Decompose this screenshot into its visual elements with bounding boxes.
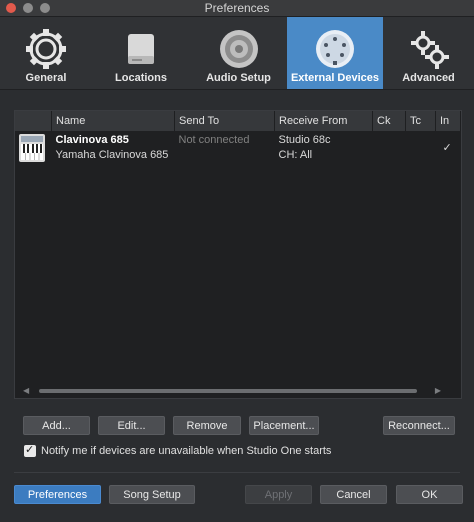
- tc-cell[interactable]: [406, 131, 436, 175]
- add-device-button[interactable]: Add...: [23, 416, 90, 435]
- devices-panel: Name Send To Receive From Ck Tc In Clavi…: [14, 110, 462, 399]
- ok-button[interactable]: OK: [396, 485, 463, 504]
- preferences-toolbar: General Locations Audio Setup External D…: [0, 17, 474, 90]
- device-name: Clavinova 685: [55, 134, 129, 146]
- scroll-left-icon[interactable]: ◀: [23, 386, 29, 395]
- column-header-tc[interactable]: Tc: [405, 111, 436, 131]
- notify-checkbox[interactable]: ✓: [24, 444, 36, 457]
- remove-device-button[interactable]: Remove: [173, 416, 241, 435]
- column-header-receive-from[interactable]: Receive From: [274, 111, 373, 131]
- column-header-ck[interactable]: Ck: [372, 111, 406, 131]
- apply-button[interactable]: Apply: [245, 485, 312, 504]
- device-model: Yamaha Clavinova 685: [55, 149, 169, 161]
- scrollbar-thumb[interactable]: [39, 389, 417, 393]
- column-header-send-to[interactable]: Send To: [174, 111, 275, 131]
- keyboard-icon: [19, 134, 45, 162]
- column-header-name[interactable]: Name: [51, 111, 175, 131]
- placement-button[interactable]: Placement...: [249, 416, 319, 435]
- title-bar: Preferences: [0, 0, 474, 17]
- speaker-icon: [219, 30, 258, 68]
- tab-advanced-label: Advanced: [402, 72, 455, 84]
- receive-from-value: Studio 68c: [278, 134, 331, 146]
- column-header-icon: [15, 111, 52, 131]
- receive-from-cell[interactable]: Studio 68c CH: All: [275, 131, 373, 175]
- checkmark-icon: ✓: [25, 444, 35, 456]
- reconnect-button[interactable]: Reconnect...: [383, 416, 455, 435]
- tab-general-label: General: [25, 72, 67, 84]
- tab-locations-label: Locations: [115, 72, 167, 84]
- horizontal-scrollbar[interactable]: ◀ ▶: [15, 384, 461, 398]
- edit-device-button[interactable]: Edit...: [98, 416, 165, 435]
- channel-value: CH: All: [278, 149, 313, 161]
- footer-divider: [14, 472, 460, 473]
- tab-advanced[interactable]: Advanced: [383, 17, 474, 89]
- tab-external-devices-label: External Devices: [290, 72, 380, 84]
- drive-icon: [128, 34, 154, 64]
- midi-connector-icon: [316, 30, 354, 68]
- device-name-cell: Clavinova 685 Yamaha Clavinova 685: [52, 131, 175, 175]
- tab-audio-setup[interactable]: Audio Setup: [190, 17, 287, 89]
- preferences-button[interactable]: Preferences: [14, 485, 101, 504]
- window-title: Preferences: [204, 1, 270, 15]
- table-header: Name Send To Receive From Ck Tc In: [15, 111, 461, 131]
- scroll-right-icon[interactable]: ▶: [435, 386, 441, 395]
- send-to-value: Not connected: [178, 134, 250, 146]
- devices-table: Name Send To Receive From Ck Tc In Clavi…: [15, 111, 461, 175]
- device-icon-cell: [15, 131, 52, 175]
- gear-icon: [26, 29, 66, 69]
- tab-audio-setup-label: Audio Setup: [206, 72, 271, 84]
- column-header-in[interactable]: In: [435, 111, 461, 131]
- send-to-cell[interactable]: Not connected: [175, 131, 275, 175]
- tab-general[interactable]: General: [0, 17, 92, 89]
- notify-label: Notify me if devices are unavailable whe…: [41, 445, 332, 457]
- table-row[interactable]: Clavinova 685 Yamaha Clavinova 685 Not c…: [15, 131, 461, 175]
- song-setup-button[interactable]: Song Setup: [109, 485, 195, 504]
- gears-icon: [410, 31, 449, 69]
- tab-external-devices[interactable]: External Devices: [287, 17, 383, 89]
- tab-locations[interactable]: Locations: [92, 17, 190, 89]
- cancel-button[interactable]: Cancel: [320, 485, 387, 504]
- ck-cell[interactable]: [373, 131, 406, 175]
- in-checkmark[interactable]: ✓: [436, 131, 461, 175]
